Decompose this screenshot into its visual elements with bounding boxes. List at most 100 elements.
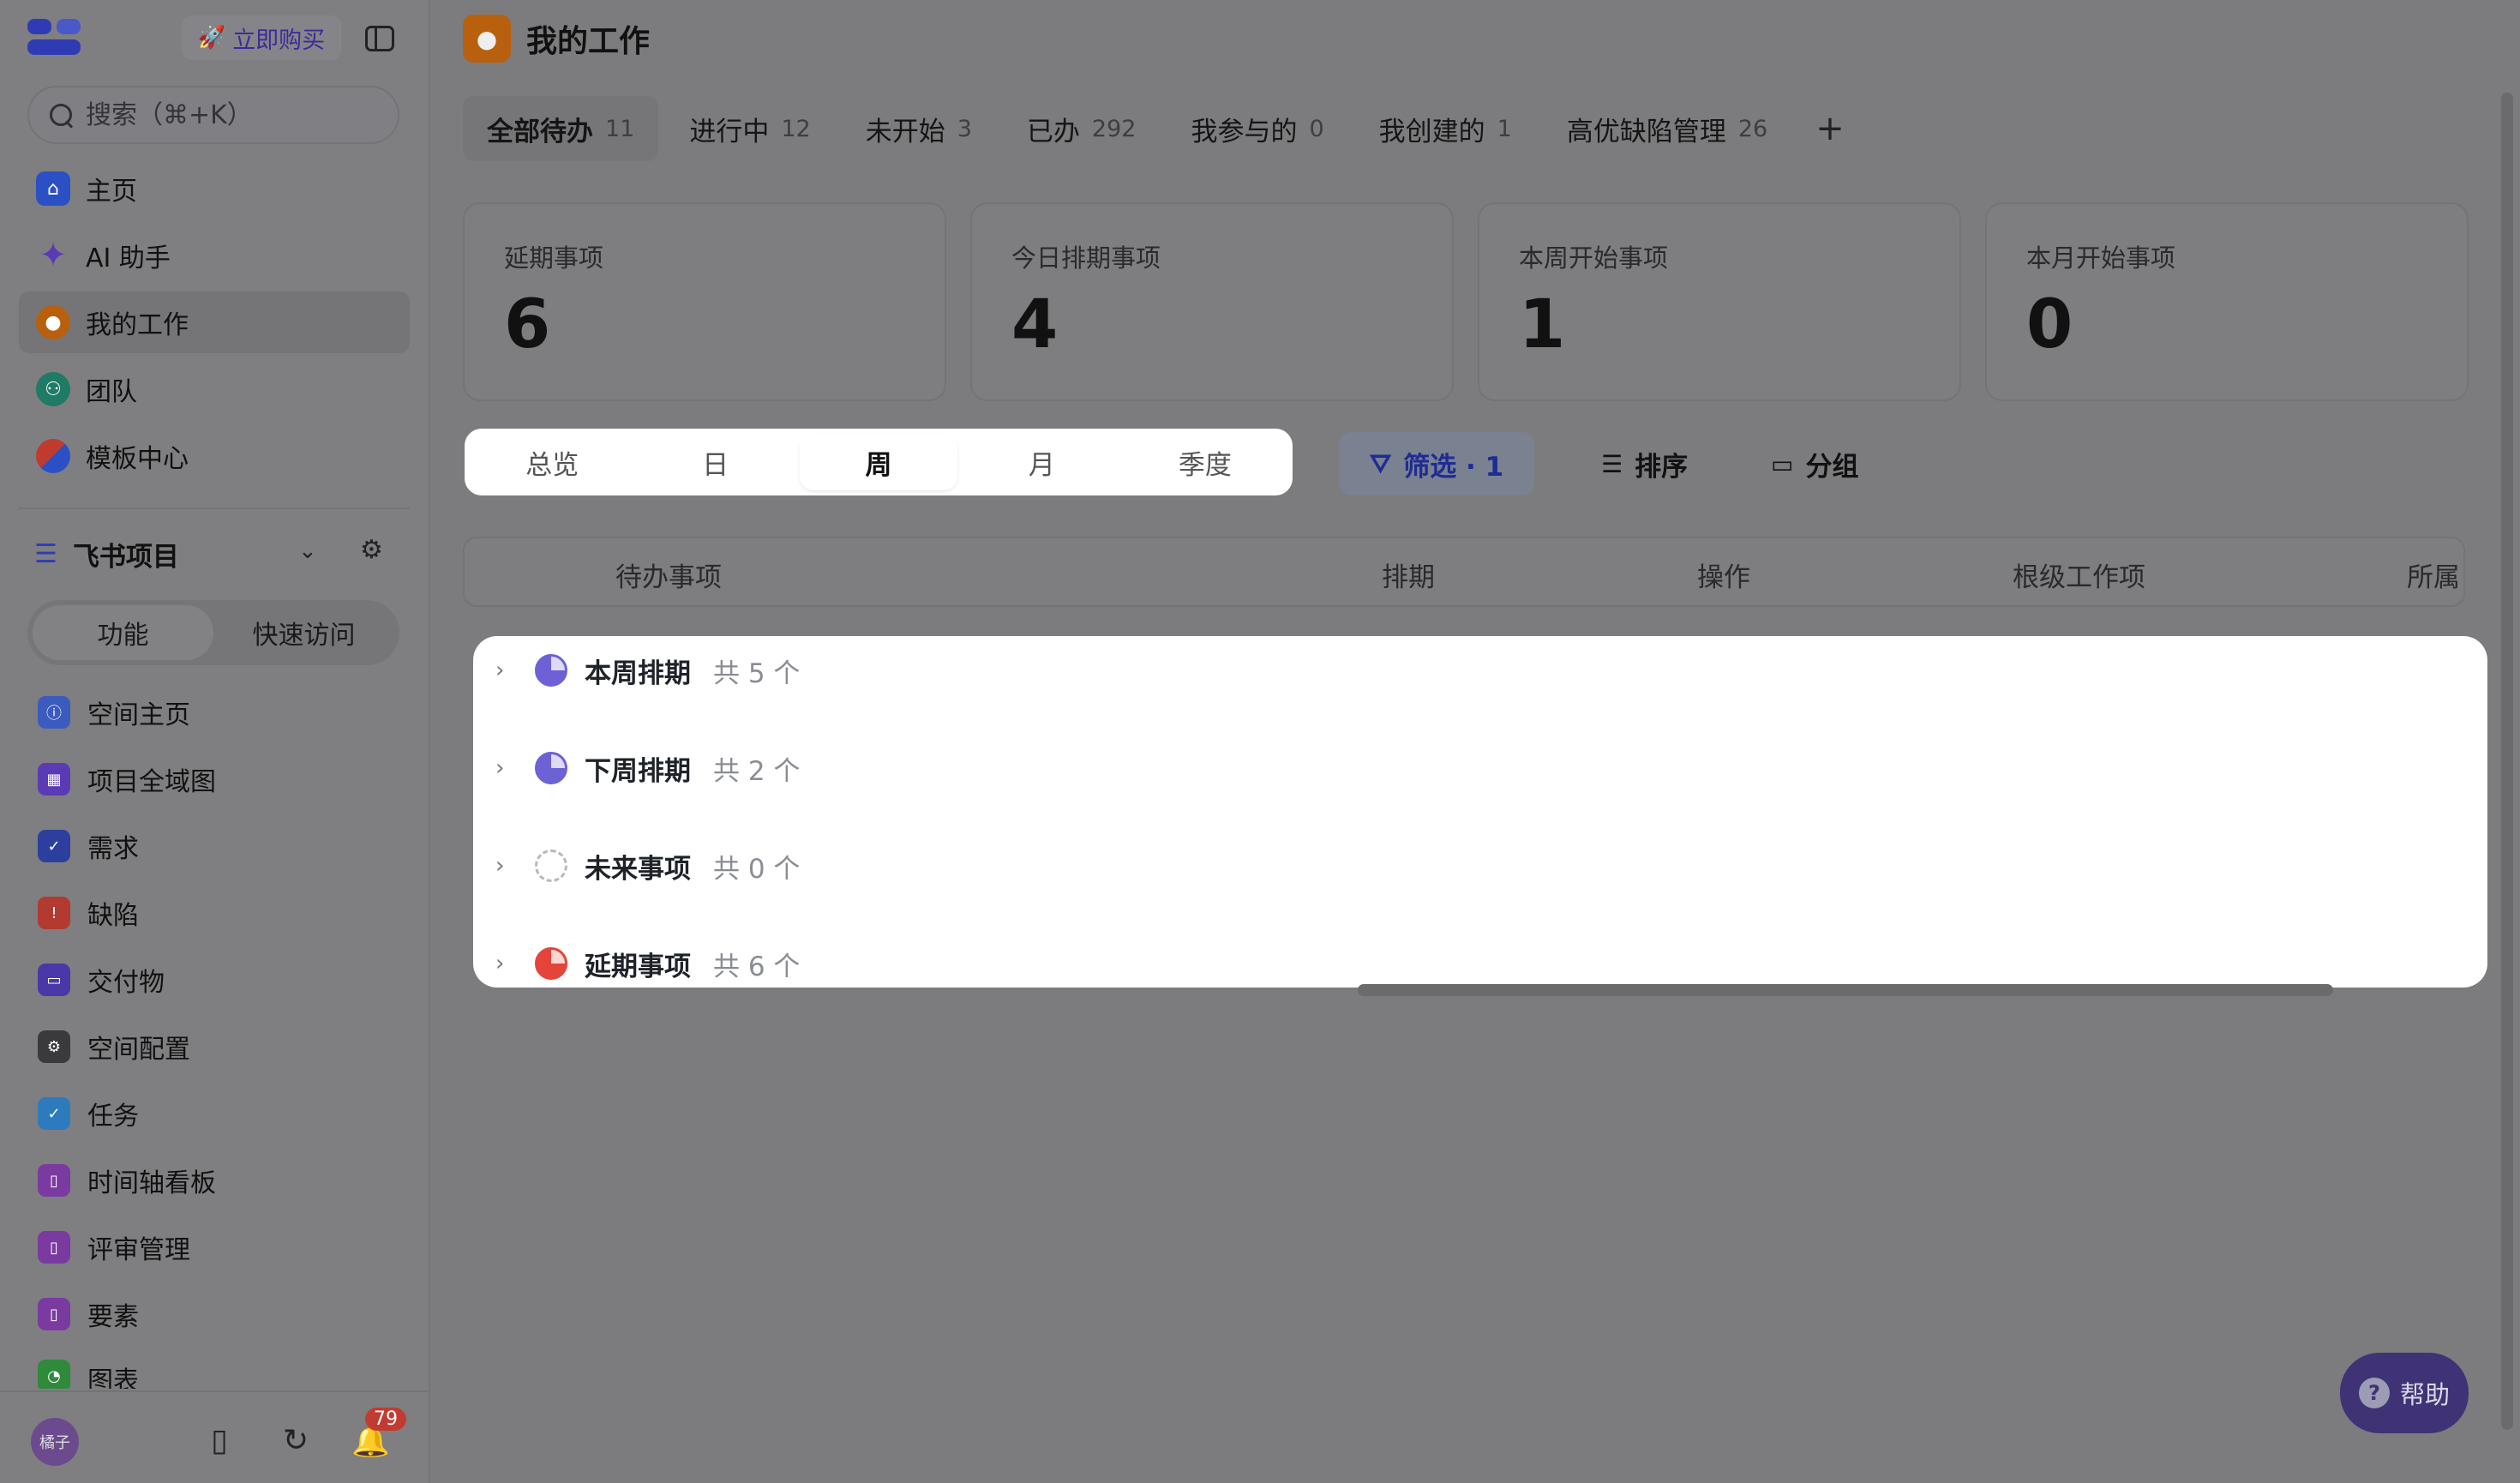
alert-icon: ! bbox=[38, 897, 70, 929]
nav-item-label: 团队 bbox=[86, 377, 137, 407]
view-month[interactable]: 月 bbox=[964, 435, 1119, 489]
refresh-icon[interactable]: ↻ bbox=[283, 1423, 309, 1458]
feature-item-charts[interactable]: ◔ 图表 bbox=[19, 1348, 410, 1389]
main-nav: ⌂ 主页 ✦ AI 助手 ● 我的工作 ⚇ 团队 模板中心 bbox=[19, 158, 410, 492]
feature-item-space-config[interactable]: ⚙ 空间配置 bbox=[19, 1013, 410, 1080]
page-title: ● 我的工作 bbox=[463, 15, 651, 63]
segment-quick-access[interactable]: 快速访问 bbox=[213, 605, 394, 660]
group-button[interactable]: ▭ 分组 bbox=[1740, 432, 1889, 495]
stat-card-value: 4 bbox=[1011, 286, 1059, 363]
stat-card-today[interactable]: 今日排期事项 4 bbox=[970, 202, 1454, 401]
column-header-belongs[interactable]: 所属 bbox=[2407, 555, 2460, 594]
feature-item-label: 缺陷 bbox=[87, 901, 139, 931]
feature-item-project-map[interactable]: ▦ 项目全域图 bbox=[19, 746, 410, 813]
add-tab-button[interactable]: + bbox=[1798, 96, 1862, 161]
tab-high-priority-defects[interactable]: 高优缺陷管理 26 bbox=[1543, 96, 1791, 161]
tab-in-progress[interactable]: 进行中 12 bbox=[665, 96, 834, 161]
view-overview[interactable]: 总览 bbox=[475, 435, 629, 489]
feature-item-label: 交付物 bbox=[87, 968, 165, 998]
filter-button[interactable]: ⛛ 筛选 · 1 bbox=[1339, 432, 1535, 495]
stat-card-overdue[interactable]: 延期事项 6 bbox=[463, 202, 946, 401]
feature-item-deliverables[interactable]: ▭ 交付物 bbox=[19, 946, 410, 1013]
filter-label: 筛选 · 1 bbox=[1403, 451, 1504, 483]
segment-features[interactable]: 功能 bbox=[33, 605, 213, 660]
sidebar-collapse-icon[interactable] bbox=[365, 26, 394, 51]
group-row-next-week[interactable]: › 下周排期 共 2 个 bbox=[473, 734, 2487, 802]
nav-item-template-center[interactable]: 模板中心 bbox=[19, 425, 410, 487]
search-box[interactable] bbox=[27, 86, 399, 144]
vertical-scrollbar[interactable] bbox=[2501, 93, 2513, 1430]
page-title-text: 我的工作 bbox=[526, 24, 651, 59]
tablet-icon[interactable]: ▯ bbox=[211, 1423, 228, 1458]
project-header[interactable]: ☰ 飞书项目 ⌄ ⚙ bbox=[34, 531, 411, 576]
view-week[interactable]: 周 bbox=[801, 435, 957, 489]
feature-item-defects[interactable]: ! 缺陷 bbox=[19, 880, 410, 946]
chevron-right-icon[interactable]: › bbox=[495, 951, 504, 976]
group-row-this-week[interactable]: › 本周排期 共 5 个 bbox=[473, 636, 2487, 705]
group-name: 本周排期 bbox=[585, 657, 691, 689]
task-icon: ✓ bbox=[38, 1097, 70, 1130]
tab-participated[interactable]: 我参与的 0 bbox=[1167, 96, 1347, 161]
stat-card-label: 延期事项 bbox=[504, 243, 604, 273]
feature-item-label: 需求 bbox=[87, 834, 139, 864]
tab-label: 我参与的 bbox=[1191, 116, 1298, 147]
tab-created[interactable]: 我创建的 1 bbox=[1355, 96, 1536, 161]
view-quarter[interactable]: 季度 bbox=[1128, 435, 1282, 489]
tab-all-todo[interactable]: 全部待办 11 bbox=[463, 96, 659, 161]
pie-clock-icon bbox=[535, 947, 567, 980]
tab-not-started[interactable]: 未开始 3 bbox=[842, 96, 996, 161]
nav-item-team[interactable]: ⚇ 团队 bbox=[19, 358, 410, 420]
sort-button[interactable]: ☰ 排序 bbox=[1570, 432, 1719, 495]
group-row-future[interactable]: › 未来事项 共 0 个 bbox=[473, 832, 2487, 900]
column-header-schedule[interactable]: 排期 bbox=[1382, 555, 1435, 594]
sidebar: 🚀 立即购买 ⌂ 主页 ✦ AI 助手 ● 我的工作 ⚇ 团队 模板中心 ☰ bbox=[0, 0, 430, 1483]
search-input[interactable] bbox=[86, 99, 377, 130]
app-logo-icon[interactable] bbox=[27, 19, 82, 57]
project-name: 飞书项目 bbox=[72, 541, 179, 573]
nav-item-label: 主页 bbox=[86, 177, 137, 207]
feature-item-tasks[interactable]: ✓ 任务 bbox=[19, 1080, 410, 1147]
column-header-root-item[interactable]: 根级工作项 bbox=[2013, 555, 2145, 594]
horizontal-scrollbar[interactable] bbox=[1358, 984, 2333, 996]
grid-icon: ▦ bbox=[38, 763, 70, 796]
tab-count: 11 bbox=[605, 115, 635, 142]
feature-item-label: 项目全域图 bbox=[87, 767, 216, 797]
stat-card-this-month[interactable]: 本月开始事项 0 bbox=[1985, 202, 2469, 401]
question-icon: ? bbox=[2358, 1378, 2390, 1408]
nav-item-label: 模板中心 bbox=[86, 444, 189, 474]
nav-item-label: 我的工作 bbox=[86, 310, 189, 340]
nav-item-ai-assistant[interactable]: ✦ AI 助手 bbox=[19, 225, 410, 286]
feature-item-space-home[interactable]: ⓘ 空间主页 bbox=[19, 679, 410, 746]
feature-item-timeline-board[interactable]: ▯ 时间轴看板 bbox=[19, 1147, 410, 1214]
nav-item-my-work[interactable]: ● 我的工作 bbox=[19, 291, 410, 353]
stat-card-label: 今日排期事项 bbox=[1011, 243, 1161, 273]
bookmark-icon: ▯ bbox=[38, 1298, 70, 1330]
tab-done[interactable]: 已办 292 bbox=[1003, 96, 1161, 161]
column-header-actions[interactable]: 操作 bbox=[1697, 555, 1750, 594]
feature-item-elements[interactable]: ▯ 要素 bbox=[19, 1281, 410, 1348]
list-icon: ☰ bbox=[34, 538, 57, 569]
chevron-right-icon[interactable]: › bbox=[495, 657, 504, 683]
buy-now-button[interactable]: 🚀 立即购买 bbox=[182, 15, 341, 60]
chevron-right-icon[interactable]: › bbox=[495, 853, 504, 879]
feature-item-requirements[interactable]: ✓ 需求 bbox=[19, 813, 410, 880]
feature-item-label: 任务 bbox=[87, 1102, 139, 1132]
tab-label: 我创建的 bbox=[1378, 116, 1485, 147]
chevron-right-icon[interactable]: › bbox=[495, 755, 504, 781]
avatar[interactable]: 橘子 bbox=[31, 1418, 79, 1466]
search-icon bbox=[48, 102, 74, 128]
view-day[interactable]: 日 bbox=[638, 435, 792, 489]
sidebar-divider bbox=[19, 507, 410, 509]
chevron-down-icon[interactable]: ⌄ bbox=[298, 538, 317, 564]
stat-card-value: 0 bbox=[2026, 286, 2073, 363]
feature-item-review-management[interactable]: ▯ 评审管理 bbox=[19, 1214, 410, 1281]
help-button[interactable]: ? 帮助 bbox=[2340, 1353, 2469, 1433]
tab-count: 3 bbox=[957, 115, 972, 142]
pie-clock-icon bbox=[535, 752, 567, 784]
stat-card-this-week[interactable]: 本周开始事项 1 bbox=[1478, 202, 1961, 401]
sliders-icon[interactable]: ⚙ bbox=[360, 535, 383, 565]
column-header-todo[interactable]: 待办事项 bbox=[615, 555, 722, 594]
nav-item-home[interactable]: ⌂ 主页 bbox=[19, 158, 410, 219]
home-icon: ⌂ bbox=[36, 171, 70, 206]
group-count: 共 6 个 bbox=[713, 951, 801, 982]
